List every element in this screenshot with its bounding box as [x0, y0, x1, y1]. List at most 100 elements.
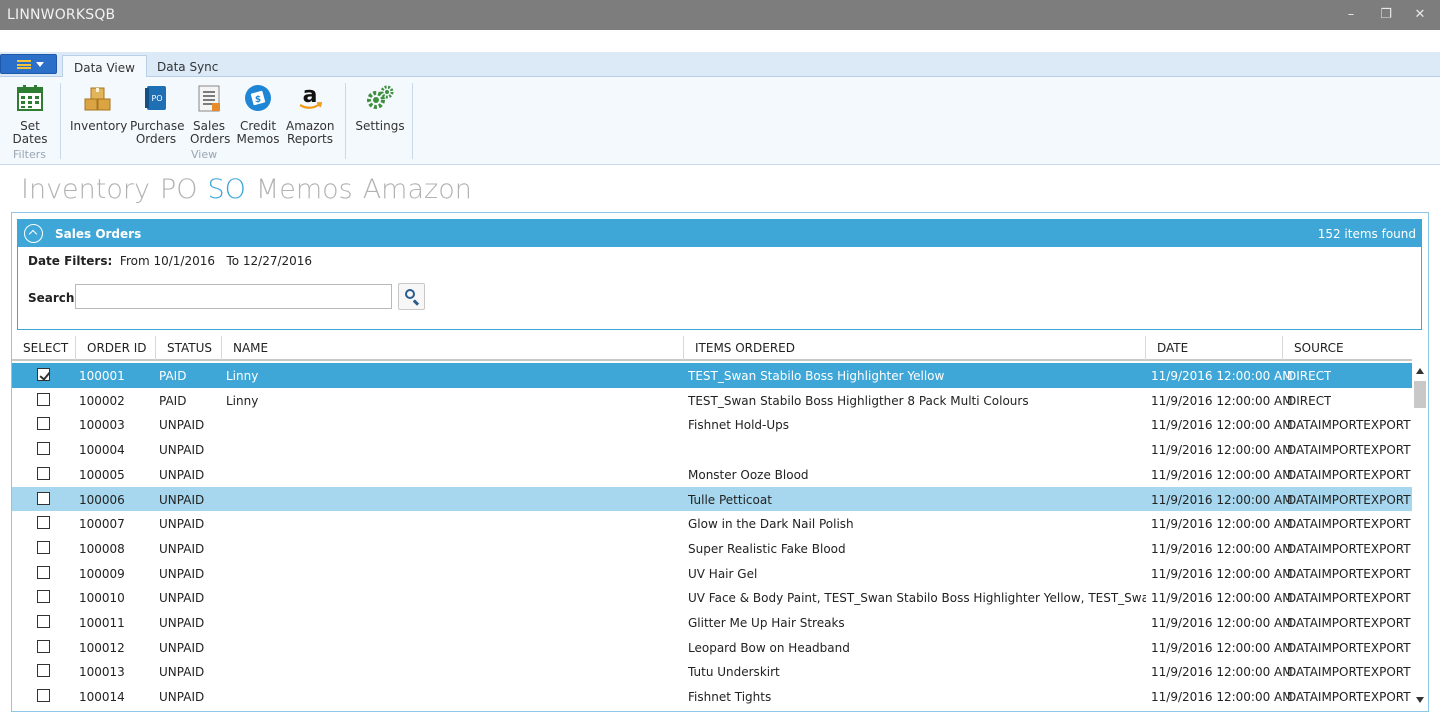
select-checkbox[interactable]	[37, 368, 50, 381]
po-book-icon: PO	[145, 86, 166, 110]
table-row[interactable]: 100007 UNPAID Glow in the Dark Nail Polish…	[12, 511, 1412, 536]
nav-po[interactable]: PO	[160, 174, 198, 205]
svg-text:$: $	[255, 95, 261, 105]
collapse-icon[interactable]	[24, 224, 43, 243]
sales-orders-panel: Sales Orders 152 items found Date Filter…	[17, 219, 1422, 330]
ribbon-separator	[60, 83, 61, 159]
restore-button[interactable]: ❐	[1376, 5, 1396, 25]
select-checkbox[interactable]	[37, 639, 50, 653]
tab-data-view[interactable]: Data View	[62, 55, 147, 78]
order-id-cell: 100007	[79, 517, 125, 532]
minimize-button[interactable]: –	[1341, 5, 1361, 25]
nav-memos[interactable]: Memos	[256, 174, 353, 205]
amazon-reports-label-2: Reports	[286, 132, 334, 146]
nav-inventory[interactable]: Inventory	[21, 174, 150, 205]
select-checkbox[interactable]	[37, 392, 50, 406]
table-row[interactable]: 100014 UNPAID Fishnet Tights 11/9/2016 12:0…	[12, 684, 1412, 709]
table-row[interactable]: 100009 UNPAID UV Hair Gel 11/9/2016 12:00:0…	[12, 561, 1412, 586]
date-from[interactable]: From 10/1/2016	[120, 254, 215, 268]
items-count: 152 items found	[1317, 227, 1416, 241]
date-to[interactable]: To 12/27/2016	[226, 254, 312, 268]
settings-button[interactable]: Settings	[355, 83, 405, 133]
sales-orders-label-2: Orders	[190, 132, 231, 146]
select-checkbox[interactable]	[37, 466, 50, 480]
col-status[interactable]: STATUS	[156, 336, 222, 360]
ribbon-body: Set Dates Filters Inventory PO Purchase …	[0, 77, 1440, 165]
table-row[interactable]: 100004 UNPAID 11/9/2016 12:00:00 AM DATAIMP…	[12, 437, 1412, 462]
select-checkbox[interactable]	[37, 540, 50, 554]
date-cell: 11/9/2016 12:00:00 AM	[1151, 616, 1293, 630]
date-cell: 11/9/2016 12:00:00 AM	[1151, 566, 1293, 581]
chevron-down-icon	[36, 62, 44, 67]
amazon-icon: a	[299, 83, 323, 109]
order-id-cell: 100004	[79, 443, 125, 458]
order-id-cell: 100013	[79, 665, 125, 680]
table-row[interactable]: 100011 UNPAID Glitter Me Up Hair Streaks 11…	[12, 610, 1412, 635]
menu-icon	[17, 60, 31, 69]
name-cell: Linny	[226, 369, 259, 383]
select-checkbox[interactable]	[37, 689, 50, 703]
source-cell: DATAIMPORTEXPORT	[1287, 517, 1411, 532]
credit-memos-button[interactable]: $ Credit Memos	[236, 83, 280, 146]
table-row[interactable]: 100013 UNPAID Tutu Underskirt 11/9/2016 12:…	[12, 659, 1412, 684]
close-button[interactable]: ✕	[1410, 5, 1430, 25]
table-row[interactable]: 100005 UNPAID Monster Ooze Blood 11/9/2016 …	[12, 462, 1412, 487]
app-menu-button[interactable]	[0, 54, 57, 74]
nav-so[interactable]: SO	[208, 174, 246, 205]
table-row[interactable]: 100008 UNPAID Super Realistic Fake Blood 11…	[12, 536, 1412, 561]
select-checkbox[interactable]	[37, 442, 50, 456]
scroll-thumb[interactable]	[1414, 381, 1426, 408]
date-cell: 11/9/2016 12:00:00 AM	[1151, 418, 1293, 433]
items-ordered-cell: Monster Ooze Blood	[688, 467, 809, 482]
col-select[interactable]: SELECT	[12, 336, 76, 360]
select-checkbox[interactable]	[37, 590, 50, 604]
date-filters-label: Date Filters:	[28, 254, 113, 268]
status-cell: UNPAID	[159, 517, 205, 532]
panel-title: Sales Orders	[55, 227, 142, 241]
section-nav: Inventory PO SO Memos Amazon	[21, 174, 482, 205]
search-icon	[405, 289, 415, 299]
table-row[interactable]: 100010 UNPAID UV Face & Body Paint, TEST_S…	[12, 585, 1412, 610]
purchase-orders-button[interactable]: PO Purchase Orders	[130, 83, 185, 146]
order-id-cell: 100014	[79, 690, 125, 705]
col-order-id[interactable]: ORDER ID	[76, 336, 156, 360]
select-checkbox[interactable]	[37, 417, 50, 431]
scroll-down-icon[interactable]	[1416, 697, 1424, 703]
status-cell: UNPAID	[159, 616, 205, 630]
select-checkbox[interactable]	[37, 565, 50, 579]
nav-amazon[interactable]: Amazon	[363, 174, 472, 205]
order-id-cell: 100002	[79, 393, 125, 408]
date-cell: 11/9/2016 12:00:00 AM	[1151, 640, 1293, 655]
tab-data-sync[interactable]: Data Sync	[146, 55, 229, 78]
table-row[interactable]: 100001 PAID Linny TEST_Swan Stabilo Boss Hi…	[12, 363, 1412, 388]
items-ordered-cell: TEST_Swan Stabilo Boss Highlighter Yello…	[688, 369, 945, 383]
group-label-view: View	[191, 148, 218, 161]
table-row[interactable]: 100003 UNPAID Fishnet Hold-Ups 11/9/2016 12…	[12, 412, 1412, 437]
inventory-button[interactable]: Inventory	[70, 83, 127, 133]
col-items-ordered[interactable]: ITEMS ORDERED	[684, 336, 1146, 360]
select-checkbox[interactable]	[37, 516, 50, 530]
source-cell: DATAIMPORTEXPORT	[1287, 467, 1411, 482]
select-checkbox[interactable]	[37, 664, 50, 678]
table-row[interactable]: 100012 UNPAID Leopard Bow on Headband 11/9/…	[12, 635, 1412, 660]
search-button[interactable]	[398, 283, 425, 310]
grid-header: SELECT ORDER ID STATUS NAME ITEMS ORDERE…	[12, 336, 1412, 361]
vertical-scrollbar[interactable]	[1412, 363, 1428, 710]
date-cell: 11/9/2016 12:00:00 AM	[1151, 467, 1293, 482]
items-ordered-cell: Fishnet Tights	[688, 690, 772, 705]
search-input[interactable]	[75, 284, 392, 309]
col-name[interactable]: NAME	[222, 336, 684, 360]
select-checkbox[interactable]	[37, 615, 50, 628]
sales-orders-button[interactable]: Sales Orders	[190, 83, 231, 146]
select-checkbox[interactable]	[37, 491, 50, 505]
items-ordered-cell: Glow in the Dark Nail Polish	[688, 517, 854, 532]
status-cell: UNPAID	[159, 492, 205, 507]
set-dates-button[interactable]: Set Dates	[12, 83, 48, 146]
date-cell: 11/9/2016 12:00:00 AM	[1151, 369, 1293, 383]
col-source[interactable]: SOURCE	[1283, 336, 1412, 360]
col-date[interactable]: DATE	[1146, 336, 1283, 360]
table-row[interactable]: 100002 PAID Linny TEST_Swan Stabilo Boss Hi…	[12, 388, 1412, 413]
scroll-up-icon[interactable]	[1416, 368, 1424, 374]
amazon-reports-button[interactable]: a Amazon Reports	[286, 83, 335, 146]
table-row[interactable]: 100006 UNPAID Tulle Petticoat 11/9/2016 12:…	[12, 486, 1412, 512]
